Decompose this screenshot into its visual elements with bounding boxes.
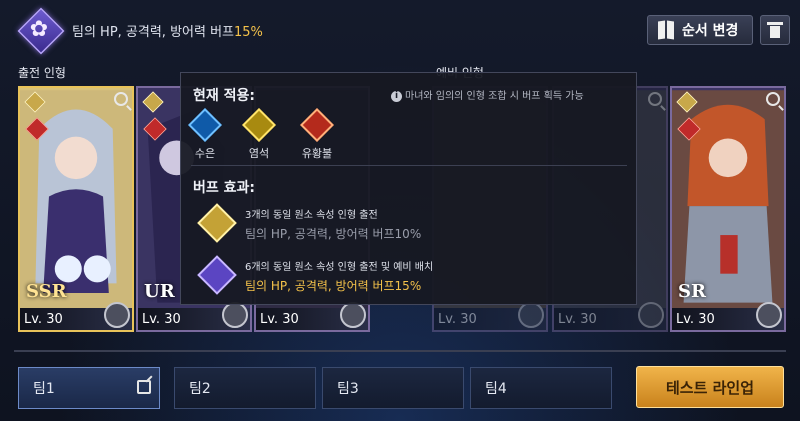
element-name: 수은 (194, 147, 216, 160)
element-rocksalt: 염석 (239, 108, 279, 161)
top-bar: ✿ 팀의 HP, 공격력, 방어력 버프15% 순서 변경 (0, 0, 800, 62)
zoom-icon[interactable] (114, 92, 128, 106)
book-icon (658, 21, 674, 39)
current-applied-title: 현재 적용: (193, 88, 255, 104)
sulfur-icon (300, 108, 334, 142)
tab-label: 팀1 (33, 381, 55, 397)
level-label: Lv. 30 (260, 311, 299, 327)
tab-label: 팀3 (337, 381, 359, 397)
team-divider (14, 350, 786, 352)
wing-emblem-icon (638, 302, 664, 328)
element-name: 염석 (248, 147, 270, 160)
buff-condition: 6개의 동일 원소 속성 인형 출전 및 예비 배치 (245, 262, 434, 273)
tab-team1[interactable]: 팀1 (18, 367, 160, 409)
wing-emblem-icon (104, 302, 130, 328)
element-mercury: 수은 (185, 108, 225, 161)
delete-button[interactable] (760, 15, 790, 45)
buff-percent: 15% (234, 25, 263, 40)
trash-icon (767, 22, 783, 38)
combo-note-text: 마녀와 임의의 인형 조합 시 버프 획득 가능 (405, 91, 584, 102)
rarity-label: SSR (26, 281, 67, 302)
level-label: Lv. 30 (24, 311, 63, 327)
zoom-icon[interactable] (648, 92, 662, 106)
info-icon: i (391, 90, 402, 102)
change-order-label: 순서 변경 (682, 23, 739, 39)
tab-team3[interactable]: 팀3 (322, 367, 464, 409)
character-card[interactable]: SSR Lv. 30 (18, 86, 134, 332)
level-label: Lv. 30 (676, 311, 715, 327)
mercury-icon (188, 108, 222, 142)
wing-emblem-icon (222, 302, 248, 328)
test-lineup-button[interactable]: 테스트 라인업 (636, 366, 784, 408)
buff-condition: 3개의 동일 원소 속성 인형 출전 (245, 210, 378, 221)
wing-emblem-icon (756, 302, 782, 328)
tab-team4[interactable]: 팀4 (470, 367, 612, 409)
buff-text: 팀의 HP, 공격력, 방어력 버프 (72, 25, 235, 40)
buff-row: 6개의 동일 원소 속성 인형 출전 및 예비 배치 팀의 HP, 공격력, 방… (193, 253, 623, 297)
flower-icon: ✿ (29, 16, 49, 42)
level-label: Lv. 30 (558, 311, 597, 327)
edit-icon[interactable] (137, 380, 151, 394)
team-buff-summary: 팀의 HP, 공격력, 방어력 버프15% (72, 21, 263, 40)
reserve-card[interactable]: SR Lv. 30 (670, 86, 786, 332)
rarity-label: UR (144, 281, 175, 302)
level-label: Lv. 30 (438, 311, 477, 327)
wing-emblem-icon (518, 302, 544, 328)
zoom-icon[interactable] (766, 92, 780, 106)
buff-row: 3개의 동일 원소 속성 인형 출전 팀의 HP, 공격력, 방어력 버프10% (193, 201, 623, 245)
element-name: 유황불 (301, 147, 333, 160)
tab-team2[interactable]: 팀2 (174, 367, 316, 409)
rocksalt-icon (242, 108, 276, 142)
level-label: Lv. 30 (142, 311, 181, 327)
element-sulfur: 유황불 (297, 108, 337, 161)
tab-label: 팀2 (189, 381, 211, 397)
buff-effect: 팀의 HP, 공격력, 방어력 버프10% (245, 227, 422, 241)
wing-emblem-icon (340, 302, 366, 328)
buff-effect: 팀의 HP, 공격력, 방어력 버프15% (245, 279, 422, 293)
change-order-button[interactable]: 순서 변경 (647, 15, 753, 45)
tab-label: 팀4 (485, 381, 507, 397)
deploy-section-label: 출전 인형 (18, 66, 66, 80)
buff-effect-title: 버프 효과: (193, 180, 255, 196)
combo-note: i 마녀와 임의의 인형 조합 시 버프 획득 가능 (391, 87, 584, 102)
popup-divider (191, 165, 627, 166)
rarity-label: SR (678, 281, 706, 302)
test-lineup-label: 테스트 라인업 (665, 378, 755, 397)
buff-tier2-icon (197, 255, 237, 295)
element-buff-popup: 현재 적용: i 마녀와 임의의 인형 조합 시 버프 획득 가능 수은 염석 유… (180, 72, 637, 305)
buff-tier1-icon (197, 203, 237, 243)
